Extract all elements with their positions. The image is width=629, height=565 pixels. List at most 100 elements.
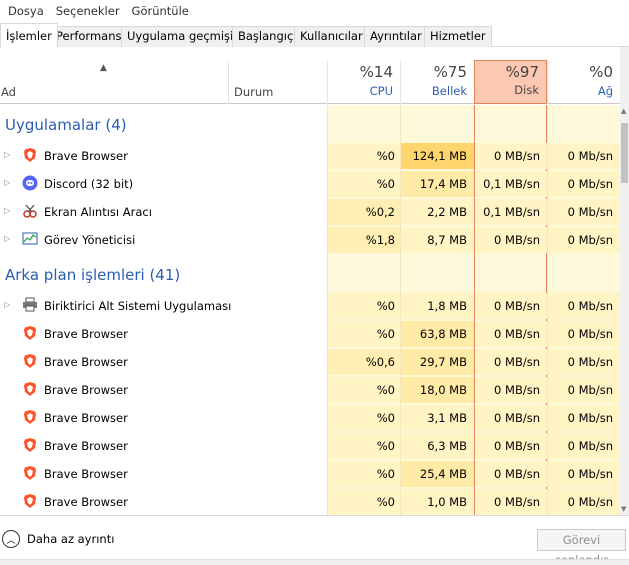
table-row[interactable]: Brave Browser %0 3,1 MB 0 MB/sn 0 Mb/sn: [0, 404, 620, 432]
cpu-value: %0: [376, 383, 395, 397]
table-row[interactable]: ▷ Discord (32 bit) %0 17,4 MB 0,1 MB/sn 0 Mb/…: [0, 170, 620, 198]
process-name: Ekran Alıntısı Aracı: [44, 205, 152, 219]
process-name: Brave Browser: [44, 149, 128, 163]
brave-icon: [22, 353, 38, 369]
cpu-value: %0: [376, 177, 395, 191]
section-title: Arka plan işlemleri (41): [5, 266, 181, 284]
disk-value: 0 MB/sn: [494, 383, 540, 397]
brave-icon: [22, 147, 38, 163]
table-row[interactable]: Brave Browser %0 25,4 MB 0 MB/sn 0 Mb/sn: [0, 460, 620, 488]
network-total: %0: [589, 63, 613, 81]
net-value: 0 Mb/sn: [567, 467, 613, 481]
menu-view[interactable]: Görüntüle: [126, 0, 195, 23]
table-row[interactable]: Brave Browser %0,6 29,7 MB 0 MB/sn 0 Mb/sn: [0, 348, 620, 376]
cpu-value: %0: [376, 467, 395, 481]
less-details-button[interactable]: ︿ Daha az ayrıntı: [2, 530, 114, 548]
expand-chevron-icon[interactable]: ▷: [4, 300, 13, 310]
tab-performance[interactable]: Performans: [50, 26, 128, 47]
section-background[interactable]: Arka plan işlemleri (41): [0, 255, 620, 292]
section-apps[interactable]: Uygulamalar (4): [0, 105, 620, 142]
scrollbar-thumb[interactable]: [621, 123, 628, 183]
table-row[interactable]: Brave Browser %0 18,0 MB 0 MB/sn 0 Mb/sn: [0, 376, 620, 404]
scroll-down-icon[interactable]: ▼: [621, 505, 626, 513]
process-name: Brave Browser: [44, 355, 128, 369]
tab-details[interactable]: Ayrıntılar: [364, 26, 428, 47]
brave-icon: [22, 325, 38, 341]
cpu-value: %0: [376, 439, 395, 453]
disk-value: 0,1 MB/sn: [483, 177, 540, 191]
tab-app-history[interactable]: Uygulama geçmişi: [121, 26, 240, 47]
memory-total: %75: [433, 63, 467, 81]
column-network[interactable]: %0 Ağ: [547, 61, 620, 104]
header-scroll-gutter: [620, 47, 629, 105]
cpu-value: %0: [376, 149, 395, 163]
cpu-value: %1,8: [365, 233, 395, 247]
tab-processes[interactable]: İşlemler: [0, 23, 58, 48]
mem-value: 17,4 MB: [419, 177, 467, 191]
table-row[interactable]: ▷ Brave Browser %0 124,1 MB 0 MB/sn 0 Mb/sn: [0, 142, 620, 170]
column-cpu[interactable]: %14 CPU: [327, 61, 400, 104]
net-value: 0 Mb/sn: [567, 149, 613, 163]
column-status[interactable]: Durum: [234, 85, 273, 99]
disk-total: %97: [505, 63, 539, 81]
menu-file[interactable]: Dosya: [2, 0, 50, 23]
table-row[interactable]: ▷ Görev Yöneticisi %1,8 8,7 MB 0 MB/sn 0 Mb/s…: [0, 226, 620, 254]
column-header: ▲ Ad Durum %14 CPU %75 Bellek %97 Disk %…: [0, 47, 629, 104]
expand-chevron-icon[interactable]: ▷: [4, 150, 13, 160]
disk-value: 0 MB/sn: [494, 467, 540, 481]
column-name[interactable]: Ad: [1, 85, 16, 99]
cpu-value: %0: [376, 299, 395, 313]
process-name: Brave Browser: [44, 495, 128, 509]
mem-value: 63,8 MB: [419, 327, 467, 341]
printer-icon: [22, 297, 38, 313]
column-disk[interactable]: %97 Disk: [474, 60, 547, 104]
table-row[interactable]: ▷ Biriktirici Alt Sistemi Uygulaması %0 1,8…: [0, 292, 620, 320]
sort-up-icon: ▲: [100, 63, 107, 73]
net-value: 0 Mb/sn: [567, 299, 613, 313]
process-name: Brave Browser: [44, 383, 128, 397]
net-value: 0 Mb/sn: [567, 177, 613, 191]
brave-icon: [22, 381, 38, 397]
table-row[interactable]: Brave Browser %0 1,0 MB 0 MB/sn 0 Mb/sn: [0, 488, 620, 515]
less-details-label: Daha az ayrıntı: [27, 532, 115, 546]
expand-chevron-icon[interactable]: ▷: [4, 234, 13, 244]
menu-options[interactable]: Seçenekler: [50, 0, 126, 23]
disk-label: Disk: [514, 83, 539, 97]
net-value: 0 Mb/sn: [567, 495, 613, 509]
snipping-tool-icon: [22, 203, 38, 219]
tab-startup[interactable]: Başlangıç: [232, 26, 300, 47]
net-value: 0 Mb/sn: [567, 205, 613, 219]
column-memory[interactable]: %75 Bellek: [400, 61, 474, 104]
cpu-value: %0: [376, 495, 395, 509]
disk-value: 0 MB/sn: [494, 299, 540, 313]
net-value: 0 Mb/sn: [567, 355, 613, 369]
table-row[interactable]: Brave Browser %0 63,8 MB 0 MB/sn 0 Mb/sn: [0, 320, 620, 348]
brave-icon: [22, 465, 38, 481]
vertical-scrollbar[interactable]: ▲ ▼: [620, 105, 629, 515]
expand-chevron-icon[interactable]: ▷: [4, 206, 13, 216]
table-row[interactable]: ▷ Ekran Alıntısı Aracı %0,2 2,2 MB 0,1 MB/sn…: [0, 198, 620, 226]
menu-bar: Dosya Seçenekler Görüntüle: [0, 0, 629, 23]
disk-value: 0 MB/sn: [494, 327, 540, 341]
process-name: Brave Browser: [44, 411, 128, 425]
cpu-value: %0: [376, 411, 395, 425]
net-value: 0 Mb/sn: [567, 411, 613, 425]
disk-value: 0 MB/sn: [494, 149, 540, 163]
mem-value: 29,7 MB: [419, 355, 467, 369]
mem-value: 6,3 MB: [427, 439, 467, 453]
tab-services[interactable]: Hizmetler: [424, 26, 492, 47]
mem-value: 1,0 MB: [427, 495, 467, 509]
tab-users[interactable]: Kullanıcılar: [294, 26, 369, 47]
net-value: 0 Mb/sn: [567, 233, 613, 247]
end-task-button[interactable]: Görevi sonlandır: [537, 529, 626, 565]
cpu-total: %14: [359, 63, 393, 81]
mem-value: 18,0 MB: [419, 383, 467, 397]
process-name: Biriktirici Alt Sistemi Uygulaması: [44, 299, 232, 313]
scroll-up-icon[interactable]: ▲: [621, 107, 626, 115]
chevron-up-icon: ︿: [2, 530, 20, 548]
table-row[interactable]: Brave Browser %0 6,3 MB 0 MB/sn 0 Mb/sn: [0, 432, 620, 460]
tab-bar: İşlemler Performans Uygulama geçmişi Baş…: [0, 23, 629, 48]
task-manager-icon: [22, 231, 38, 247]
expand-chevron-icon[interactable]: ▷: [4, 178, 13, 188]
mem-value: 1,8 MB: [427, 299, 467, 313]
